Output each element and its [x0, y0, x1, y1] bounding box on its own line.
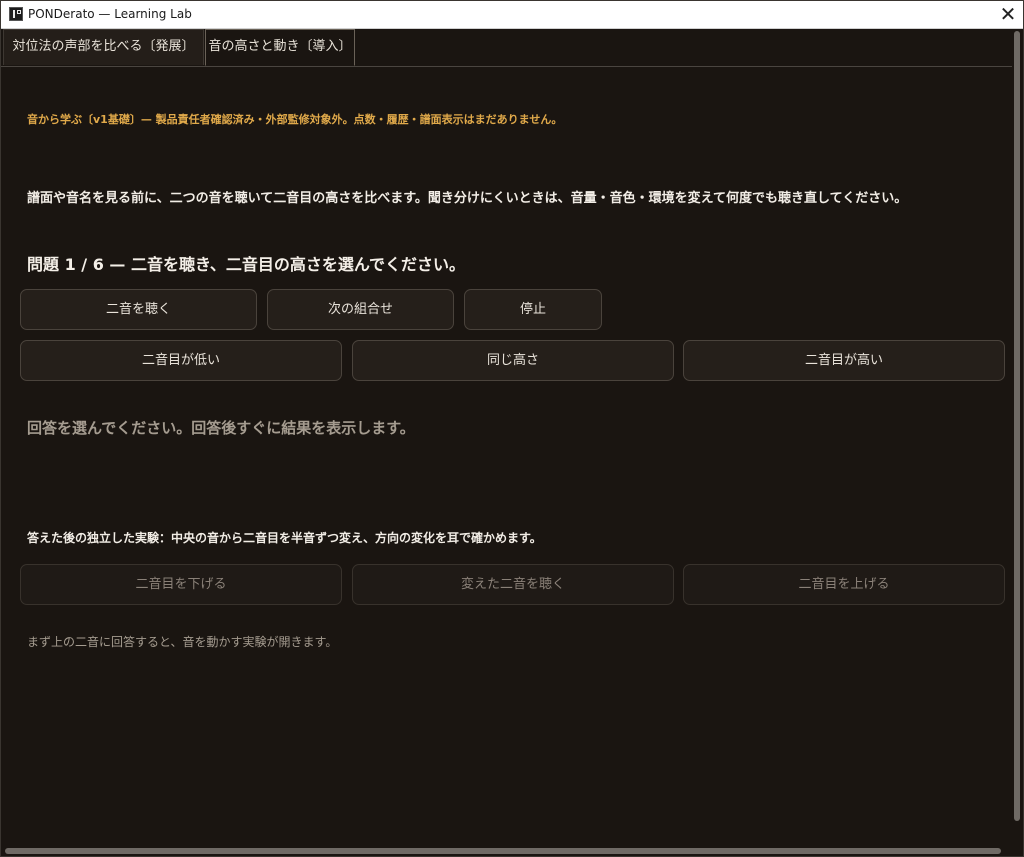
feedback-text: 回答を選んでください。回答後すぐに結果を表示します。 — [27, 419, 415, 437]
horizontal-scroll-thumb[interactable] — [5, 848, 1001, 854]
status-notice: 音から学ぶ〔v1基礎〕— 製品責任者確認済み・外部監修対象外。点数・履歴・譜面表… — [27, 113, 563, 126]
horizontal-scrollbar[interactable] — [1, 846, 1023, 856]
vertical-scroll-thumb[interactable] — [1014, 31, 1020, 821]
answer-higher-button[interactable]: 二音目が高い — [683, 340, 1005, 381]
tab-pitch-and-motion[interactable]: 音の高さと動き〔導入〕 — [205, 29, 355, 66]
raise-second-note-button[interactable]: 二音目を上げる — [683, 564, 1005, 605]
listen-two-notes-button[interactable]: 二音を聴く — [20, 289, 257, 330]
answer-same-button[interactable]: 同じ高さ — [352, 340, 674, 381]
experiment-heading: 答えた後の独立した実験：中央の音から二音目を半音ずつ変え、方向の変化を耳で確かめ… — [27, 531, 542, 545]
app-logo-icon — [9, 7, 23, 21]
title-bar: PONDerato — Learning Lab ✕ — [1, 1, 1023, 29]
lower-second-note-button[interactable]: 二音目を下げる — [20, 564, 342, 605]
stop-button[interactable]: 停止 — [464, 289, 602, 330]
tab-bar: 対位法の声部を比べる〔発展〕 音の高さと動き〔導入〕 — [1, 29, 1014, 67]
close-icon[interactable]: ✕ — [997, 3, 1019, 25]
next-pair-button[interactable]: 次の組合せ — [267, 289, 454, 330]
question-heading: 問題 1 / 6 — 二音を聴き、二音目の高さを選んでください。 — [27, 255, 466, 274]
experiment-hint: まず上の二音に回答すると、音を動かす実験が開きます。 — [27, 635, 338, 649]
answer-lower-button[interactable]: 二音目が低い — [20, 340, 342, 381]
intro-text: 譜面や音名を見る前に、二つの音を聴いて二音目の高さを比べます。聞き分けにくいとき… — [27, 191, 908, 206]
window-title: PONDerato — Learning Lab — [28, 7, 192, 21]
play-changed-notes-button[interactable]: 変えた二音を聴く — [352, 564, 674, 605]
app-window: PONDerato — Learning Lab ✕ 対位法の声部を比べる〔発展… — [0, 0, 1024, 857]
vertical-scrollbar[interactable] — [1012, 29, 1022, 846]
tab-counterpoint-voices[interactable]: 対位法の声部を比べる〔発展〕 — [3, 29, 204, 65]
